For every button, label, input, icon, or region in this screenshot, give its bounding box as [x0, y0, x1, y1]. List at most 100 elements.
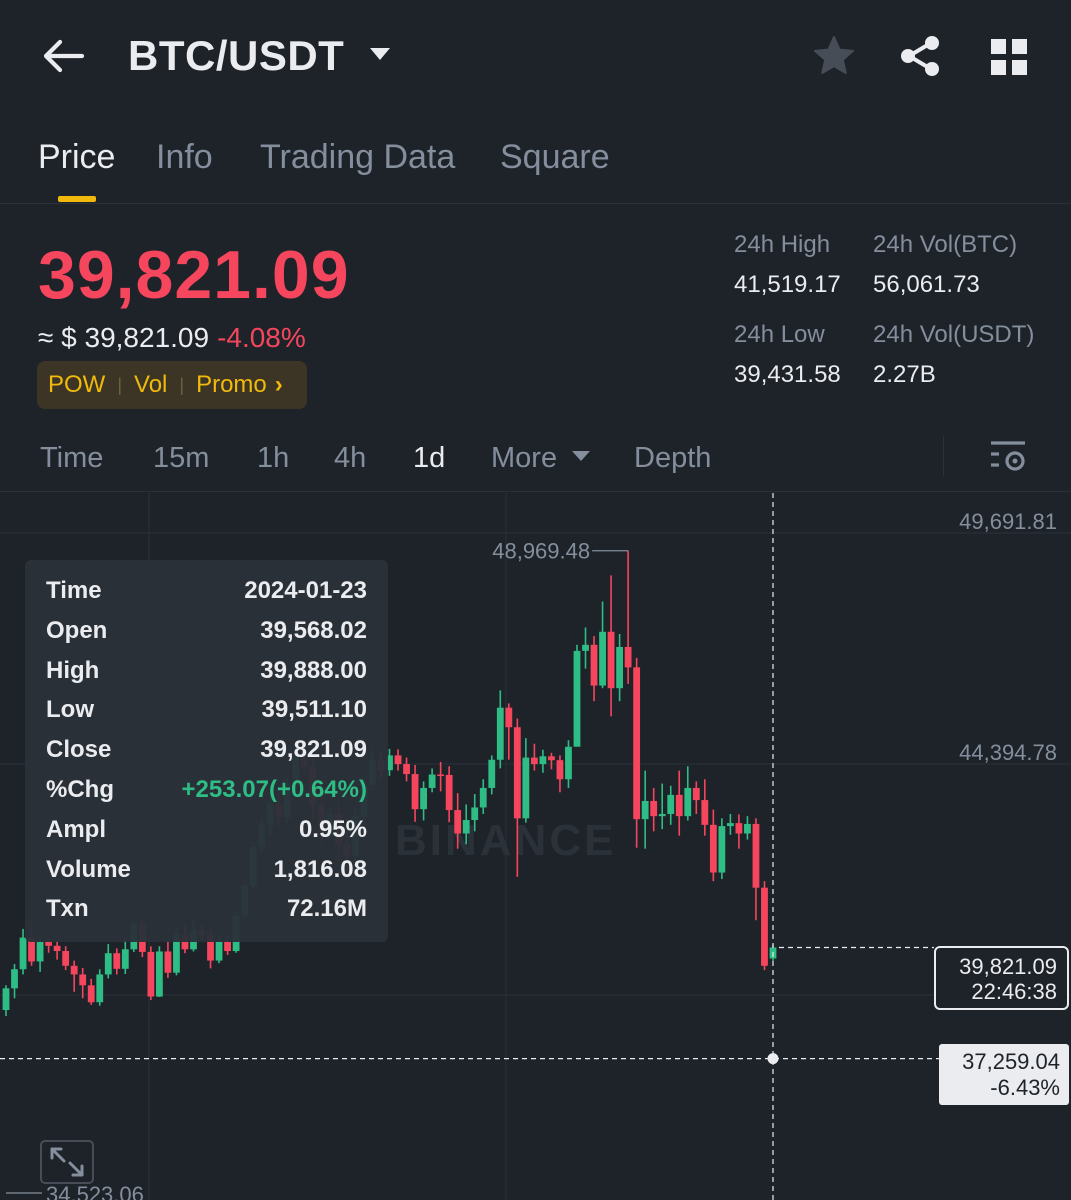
chevron-right-icon[interactable]: › [275, 371, 283, 399]
crosshair-percent: -6.43% [990, 1075, 1060, 1100]
candle-body [744, 823, 751, 834]
stat-high-value: 41,519.17 [734, 271, 841, 298]
caret-down-icon[interactable] [368, 44, 392, 62]
candle-body [513, 727, 521, 819]
watermark-text: BINANCE [395, 816, 616, 865]
candle-body [224, 941, 231, 952]
back-arrow-icon[interactable] [40, 36, 86, 76]
tooltip-value: 0.95% [298, 815, 367, 843]
candle-body [403, 764, 410, 775]
tooltip-key: Open [46, 616, 108, 644]
timeframe-more-label: More [491, 442, 558, 474]
candle-body [164, 951, 172, 973]
crosshair-price-value: 37,259.04 [962, 1049, 1060, 1074]
chart-settings-icon[interactable] [988, 438, 1030, 474]
grid-menu-icon[interactable] [988, 36, 1030, 78]
candle-body [684, 787, 692, 817]
tooltip-value: 1,816.08 [273, 855, 367, 883]
candle-body [445, 774, 453, 811]
candle-body [411, 774, 419, 810]
tag-pow[interactable]: POW [48, 371, 105, 399]
stat-vol-btc-value: 56,061.73 [873, 271, 980, 298]
tooltip-row-low: Low 39,511.10 [46, 696, 367, 736]
favorite-star-icon[interactable] [812, 34, 856, 78]
tooltip-key: Ampl [46, 815, 106, 843]
timeframe-depth[interactable]: Depth [634, 442, 711, 475]
tag-pills[interactable]: POW | Vol | Promo › [37, 361, 307, 409]
timeframe-1d[interactable]: 1d [413, 442, 445, 475]
candle-body [394, 755, 402, 765]
tag-vol[interactable]: Vol [134, 371, 167, 399]
tooltip-row-open: Open 39,568.02 [46, 617, 367, 657]
candle-body [428, 774, 436, 788]
candle-body [19, 937, 27, 970]
timeframe-time[interactable]: Time [40, 442, 103, 475]
candle-body [565, 746, 572, 780]
candle-body [726, 823, 734, 827]
tab-square[interactable]: Square [500, 138, 610, 177]
candle-body [496, 707, 504, 760]
crosshair-dot [767, 1053, 779, 1065]
caret-down-icon [572, 451, 591, 461]
candle-body [692, 787, 700, 801]
candle-body [454, 810, 462, 834]
min-price-label: 34,523.06 [46, 1182, 144, 1200]
candle-body [582, 644, 589, 651]
tooltip-row-amplitude: Ampl 0.95% [46, 816, 367, 856]
candle-body [607, 631, 615, 689]
stat-low-label: 24h Low [734, 321, 825, 348]
candle-countdown: 22:46:38 [971, 979, 1057, 1004]
candle-body [590, 644, 598, 686]
last-price-value: 39,821.09 [959, 954, 1057, 979]
tab-trading-data[interactable]: Trading Data [260, 138, 455, 177]
tab-price[interactable]: Price [38, 138, 115, 177]
candle-body [624, 646, 632, 668]
tooltip-key: Time [46, 577, 102, 604]
candle-body [539, 756, 547, 765]
tooltip-row-txn: Txn 72.16M [46, 895, 367, 935]
share-icon[interactable] [898, 34, 942, 78]
y-axis-tick-label: 44,394.78 [959, 740, 1057, 765]
price-sub-line: ≈ $ 39,821.09 -4.08% [38, 322, 306, 354]
candle-body [641, 800, 649, 820]
stat-vol-usdt-value: 2.27B [873, 361, 936, 388]
top-bar: BTC/USDT [0, 0, 1071, 112]
price-change-percent: -4.08% [217, 322, 306, 353]
tooltip-key: Txn [46, 895, 89, 923]
candle-body [462, 820, 470, 834]
candle-body [147, 951, 155, 997]
active-tab-indicator [58, 196, 96, 202]
tooltip-value: 39,821.09 [260, 736, 367, 764]
candle-body [667, 794, 675, 814]
candle-body [599, 631, 606, 686]
candle-body [11, 969, 18, 989]
timeframe-15m[interactable]: 15m [153, 442, 209, 475]
timeframe-more[interactable]: More [491, 442, 591, 475]
candle-body [113, 953, 121, 969]
candle-body [650, 800, 658, 817]
candle-body [104, 953, 112, 975]
tooltip-row-high: High 39,888.00 [46, 657, 367, 697]
approx-usd-price: ≈ $ 39,821.09 [38, 322, 210, 353]
max-price-label: 48,969.48 [492, 539, 590, 564]
last-price: 39,821.09 [38, 237, 350, 313]
tag-promo[interactable]: Promo [196, 371, 267, 399]
candle-body [709, 824, 717, 873]
tag-separator: | [117, 374, 123, 395]
divider [943, 436, 944, 476]
timeframe-1h[interactable]: 1h [257, 442, 289, 475]
candle-body [87, 985, 95, 1003]
candle-body [2, 988, 10, 1011]
candle-body [761, 887, 768, 966]
candle-body [62, 951, 70, 966]
candle-body [573, 650, 581, 747]
tab-info[interactable]: Info [156, 138, 213, 177]
y-axis-labels: 49,691.81 44,394.78 [959, 509, 1057, 765]
pair-title[interactable]: BTC/USDT [128, 32, 344, 80]
candle-body [479, 787, 487, 808]
timeframe-4h[interactable]: 4h [334, 442, 366, 475]
fullscreen-expand-icon[interactable] [40, 1140, 94, 1184]
candle-body [505, 707, 513, 728]
tooltip-row-volume: Volume 1,816.08 [46, 856, 367, 896]
stat-vol-btc-label: 24h Vol(BTC) [873, 231, 1018, 258]
